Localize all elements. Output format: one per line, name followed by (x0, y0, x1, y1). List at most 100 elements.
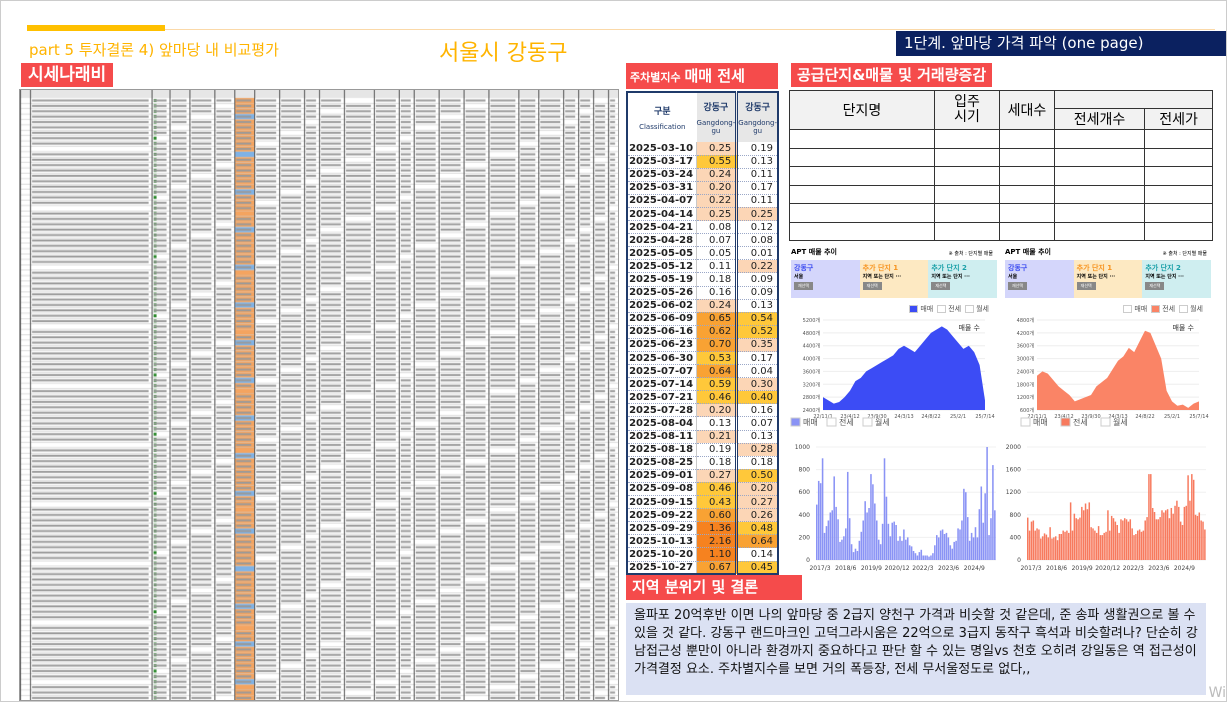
volume-bar (1179, 521, 1182, 560)
volume-bar (1153, 512, 1156, 560)
compare-card[interactable]: 강동구 서울 재선택 (1005, 260, 1074, 298)
volume-bar (1204, 529, 1206, 560)
volume-bar (966, 517, 969, 560)
sale-index: 0.11 (696, 259, 737, 274)
week-date: 2025-09-29 (627, 521, 697, 536)
volume-bar (1060, 534, 1063, 560)
weekly-row: 2025-10-27 0.67 0.45 (627, 561, 778, 575)
volume-bar (1138, 529, 1141, 560)
reselect-button[interactable]: 재선택 (1145, 282, 1165, 290)
volume-bar (1146, 517, 1148, 560)
y-tick-label: 4200개 (1017, 330, 1035, 337)
weekly-row: 2025-03-10 0.25 0.19 (627, 142, 778, 156)
weekly-row: 2025-06-30 0.53 0.17 (627, 351, 778, 366)
legend-item[interactable]: 매매 (909, 304, 933, 314)
weekly-row: 2025-06-16 0.62 0.52 (627, 325, 778, 339)
chart-legend: 매매 전세 월세 (909, 304, 989, 314)
volume-bar (980, 486, 983, 560)
weekly-row: 2025-08-04 0.13 0.07 (627, 416, 778, 431)
volume-bar (934, 545, 936, 560)
legend-label: 매매 (1033, 418, 1048, 427)
jeonse-index: 0.16 (735, 403, 778, 418)
y-tick-label: 1000 (795, 444, 810, 451)
sale-index: 0.24 (696, 299, 737, 313)
volume-bar (1178, 506, 1180, 560)
weekly-row: 2025-05-19 0.18 0.09 (627, 272, 778, 287)
legend-swatch[interactable] (1060, 417, 1071, 427)
compare-card[interactable]: 강동구 서울 재선택 (791, 260, 860, 298)
volume-bar (1036, 528, 1038, 560)
volume-bar (916, 555, 919, 560)
volume-bar (858, 540, 861, 560)
week-date: 2025-06-16 (627, 325, 697, 339)
listing-area (823, 326, 985, 410)
volume-bar (831, 510, 834, 560)
y-tick-label: 2400개 (1017, 368, 1035, 375)
weekly-row: 2025-06-09 0.65 0.54 (627, 312, 778, 326)
volume-bar (912, 551, 915, 560)
jeonse-index: 0.08 (735, 233, 778, 248)
legend-item[interactable]: 전세 (1151, 304, 1175, 314)
volume-bar (839, 541, 841, 560)
volume-bar (841, 539, 843, 560)
volume-bar (1200, 520, 1202, 560)
legend-item[interactable]: 월세 (965, 304, 989, 314)
volume-bar (856, 551, 859, 560)
volume-bar (903, 529, 905, 560)
sale-index: 0.13 (696, 416, 737, 431)
x-tick-label: 2018/6 (1046, 565, 1067, 572)
volume-bar (982, 522, 984, 560)
week-date: 2025-07-21 (627, 390, 697, 405)
volume-bar (893, 521, 895, 560)
volume-bar (862, 520, 864, 560)
x-tick-label: 2022/3 (1123, 565, 1144, 572)
reselect-button[interactable]: 재선택 (794, 282, 814, 290)
x-tick-label: 2023/6 (1148, 565, 1169, 572)
sale-index: 0.20 (696, 403, 737, 418)
legend-swatch[interactable] (1100, 417, 1111, 427)
reselect-button[interactable]: 재선택 (931, 282, 951, 290)
step-banner: 1단계. 앞마당 가격 파악 (one page) (896, 31, 1226, 56)
jeonse-index: 0.14 (735, 547, 778, 562)
y-tick-label: 600 (799, 489, 811, 496)
volume-bar (1040, 538, 1042, 560)
weekly-index-table: 구분 Classification 강동구 Gangdong-gu 강동구 Gangd… (626, 91, 779, 576)
jeonse-index: 0.48 (735, 521, 778, 536)
compare-card[interactable]: 추가 단지 1 지역 또는 단지 ··· 재선택 (1073, 260, 1143, 298)
week-date: 2025-05-19 (627, 272, 697, 287)
week-date: 2025-10-27 (627, 561, 697, 575)
legend-item[interactable]: 전세 (937, 304, 961, 314)
legend-swatch[interactable] (1020, 417, 1031, 427)
legend-item[interactable]: 월세 (1179, 304, 1203, 314)
legend-swatch[interactable] (862, 417, 873, 427)
week-date: 2025-09-22 (627, 508, 697, 523)
sale-index: 0.19 (696, 443, 737, 457)
legend-swatch[interactable] (790, 417, 801, 427)
weekly-row: 2025-04-21 0.08 0.12 (627, 220, 778, 235)
volume-bar (837, 519, 839, 560)
reselect-button[interactable]: 재선택 (1076, 282, 1096, 290)
volume-bar (1155, 519, 1158, 560)
compare-card[interactable]: 추가 단지 2 지역 또는 단지 ··· 재선택 (1142, 260, 1212, 298)
compare-card[interactable]: 추가 단지 2 지역 또는 단지 ··· 재선택 (928, 260, 998, 298)
volume-bar (910, 546, 913, 560)
week-date: 2025-07-14 (627, 377, 697, 392)
compare-card[interactable]: 추가 단지 1 지역 또는 단지 ··· 재선택 (859, 260, 929, 298)
y-tick-label: 200 (799, 534, 811, 541)
jeonse-index: 0.40 (735, 390, 778, 405)
volume-bar (1163, 512, 1165, 560)
legend-swatch[interactable] (826, 417, 837, 427)
volume-bar (1045, 534, 1048, 560)
volume-bar (970, 532, 973, 560)
legend-item[interactable]: 매매 (1123, 304, 1147, 314)
volume-bar (835, 506, 837, 560)
y-tick-label: 400 (1010, 534, 1022, 541)
volume-bar (1094, 530, 1096, 560)
sale-index: 0.16 (696, 286, 737, 300)
reselect-button[interactable]: 재선택 (862, 282, 882, 290)
volume-bar (816, 504, 818, 560)
volume-bar (943, 534, 946, 560)
volume-bar (1068, 532, 1070, 560)
chart-annotation: 매물 수 (958, 324, 980, 332)
reselect-button[interactable]: 재선택 (1008, 282, 1028, 290)
